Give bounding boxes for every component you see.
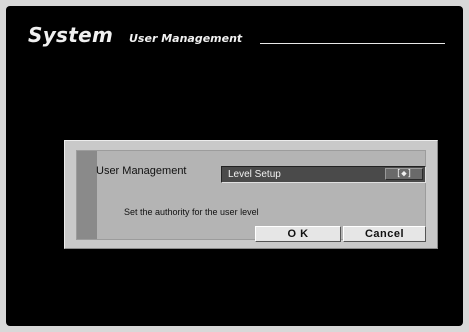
level-setup-select[interactable]: Level Setup [◆] xyxy=(221,166,426,183)
dialog-side-strip xyxy=(77,151,97,239)
user-management-dialog: User Management Level Setup [◆] Set the … xyxy=(64,140,438,249)
dialog-panel: User Management Level Setup [◆] Set the … xyxy=(76,150,426,242)
user-management-label: User Management xyxy=(96,165,187,177)
header-divider xyxy=(260,43,445,44)
select-value: Level Setup xyxy=(228,169,281,180)
page-header: System User Management xyxy=(28,23,445,53)
ok-button[interactable]: O K xyxy=(255,226,341,242)
dropdown-button-icon[interactable]: [◆] xyxy=(385,168,423,180)
cancel-button[interactable]: Cancel xyxy=(343,226,426,242)
dialog-message: Set the authority for the user level xyxy=(124,207,259,217)
page-title: System xyxy=(28,23,114,47)
monitor-screen: System User Management User Management L… xyxy=(6,6,463,326)
page-subtitle: User Management xyxy=(129,32,243,45)
